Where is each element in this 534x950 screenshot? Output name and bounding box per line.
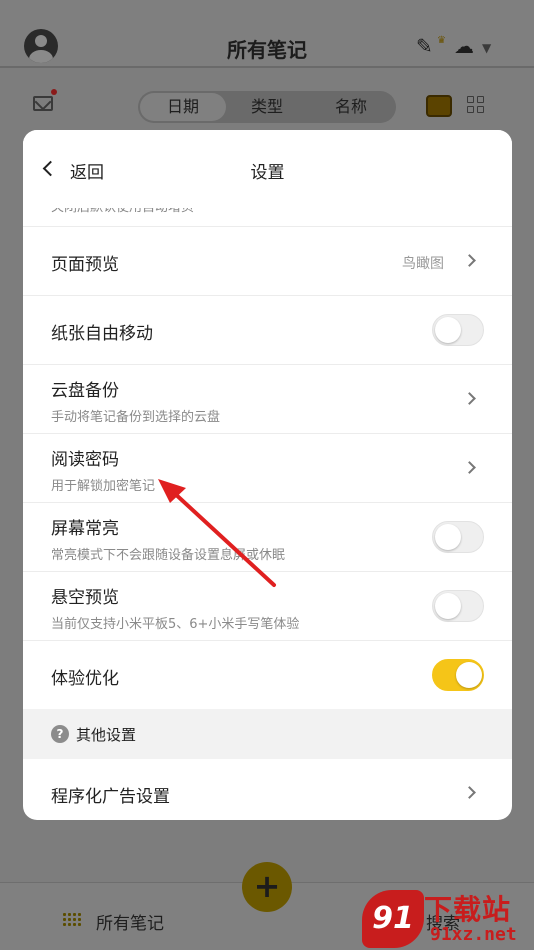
edit-icon[interactable]: ✎ — [416, 36, 433, 56]
sort-tabs: 日期 类型 名称 — [138, 91, 396, 123]
setting-hover-preview: 悬空预览 当前仅支持小米平板5、6+小米手写笔体验 — [23, 571, 512, 640]
setting-experience-optimization: 体验优化 — [23, 640, 512, 709]
watermark-title: 下载站 — [424, 893, 512, 926]
chevron-right-icon — [463, 392, 476, 405]
setting-title: 阅读密码 — [51, 450, 119, 470]
setting-subtitle: 手动将笔记备份到选择的云盘 — [51, 410, 221, 425]
chevron-right-icon — [463, 461, 476, 474]
setting-cloud-backup[interactable]: 云盘备份 手动将笔记备份到选择的云盘 — [23, 364, 512, 433]
tab-date[interactable]: 日期 — [140, 93, 226, 121]
chevron-right-icon — [463, 786, 476, 799]
settings-title: 设置 — [250, 163, 285, 183]
notification-dot — [51, 89, 57, 95]
crown-icon: ♛ — [437, 35, 446, 46]
setting-title: 屏幕常亮 — [51, 519, 119, 539]
treasure-chest-icon[interactable] — [426, 95, 452, 117]
dropdown-icon[interactable]: ▼ — [482, 38, 491, 58]
all-notes-tab[interactable]: 所有笔记 — [96, 909, 164, 934]
setting-subtitle: 常亮模式下不会跟随设备设置息屏或休眠 — [51, 548, 286, 563]
mail-icon[interactable] — [33, 96, 53, 111]
experience-optimization-toggle[interactable] — [432, 659, 484, 691]
grid-icon[interactable] — [467, 96, 485, 114]
setting-title: 程序化广告设置 — [51, 787, 170, 807]
watermark-url: 91xz.net — [430, 924, 517, 945]
setting-reading-password[interactable]: 阅读密码 用于解锁加密笔记 — [23, 433, 512, 502]
setting-subtitle: 用于解锁加密笔记 — [51, 479, 156, 494]
hover-preview-toggle[interactable] — [432, 590, 484, 622]
setting-title: 页面预览 — [51, 255, 119, 275]
setting-title: 云盘备份 — [51, 381, 119, 401]
setting-programmatic-ads[interactable]: 程序化广告设置 — [23, 759, 512, 820]
section-label: 其他设置 — [76, 726, 137, 744]
tab-type[interactable]: 类型 — [224, 93, 310, 121]
screen-always-on-toggle[interactable] — [432, 521, 484, 553]
watermark-badge: 91 — [362, 890, 424, 948]
settings-header: 返回 设置 — [23, 130, 512, 208]
chevron-right-icon — [463, 254, 476, 267]
watermark-logo: 91 下载站 91xz.net — [362, 888, 534, 950]
settings-list: 页面预览 鸟瞰图 纸张自由移动 云盘备份 手动将笔记备份到选择的云盘 阅读密码 … — [23, 226, 512, 709]
setting-page-preview[interactable]: 页面预览 鸟瞰图 — [23, 226, 512, 295]
cloud-upload-icon[interactable]: ☁ — [454, 36, 474, 56]
setting-title: 悬空预览 — [51, 588, 119, 608]
setting-title: 纸张自由移动 — [51, 324, 153, 344]
free-paper-move-toggle[interactable] — [432, 314, 484, 346]
setting-value: 鸟瞰图 — [402, 256, 444, 272]
help-icon: ? — [51, 725, 69, 743]
all-notes-icon — [62, 912, 82, 928]
tab-name[interactable]: 名称 — [308, 93, 394, 121]
setting-subtitle: 当前仅支持小米平板5、6+小米手写笔体验 — [51, 617, 300, 632]
setting-screen-always-on: 屏幕常亮 常亮模式下不会跟随设备设置息屏或休眠 — [23, 502, 512, 571]
settings-dialog: 返回 设置 关闭后默认使用自动增页 页面预览 鸟瞰图 纸张自由移动 云盘备份 手… — [23, 130, 512, 820]
add-note-button[interactable]: + — [242, 862, 292, 912]
setting-free-paper-move: 纸张自由移动 — [23, 295, 512, 364]
app-header: 所有笔记 ✎ ♛ ☁ ▼ — [0, 0, 534, 68]
setting-title: 体验优化 — [51, 669, 119, 689]
section-other-settings: ? 其他设置 — [23, 709, 512, 759]
